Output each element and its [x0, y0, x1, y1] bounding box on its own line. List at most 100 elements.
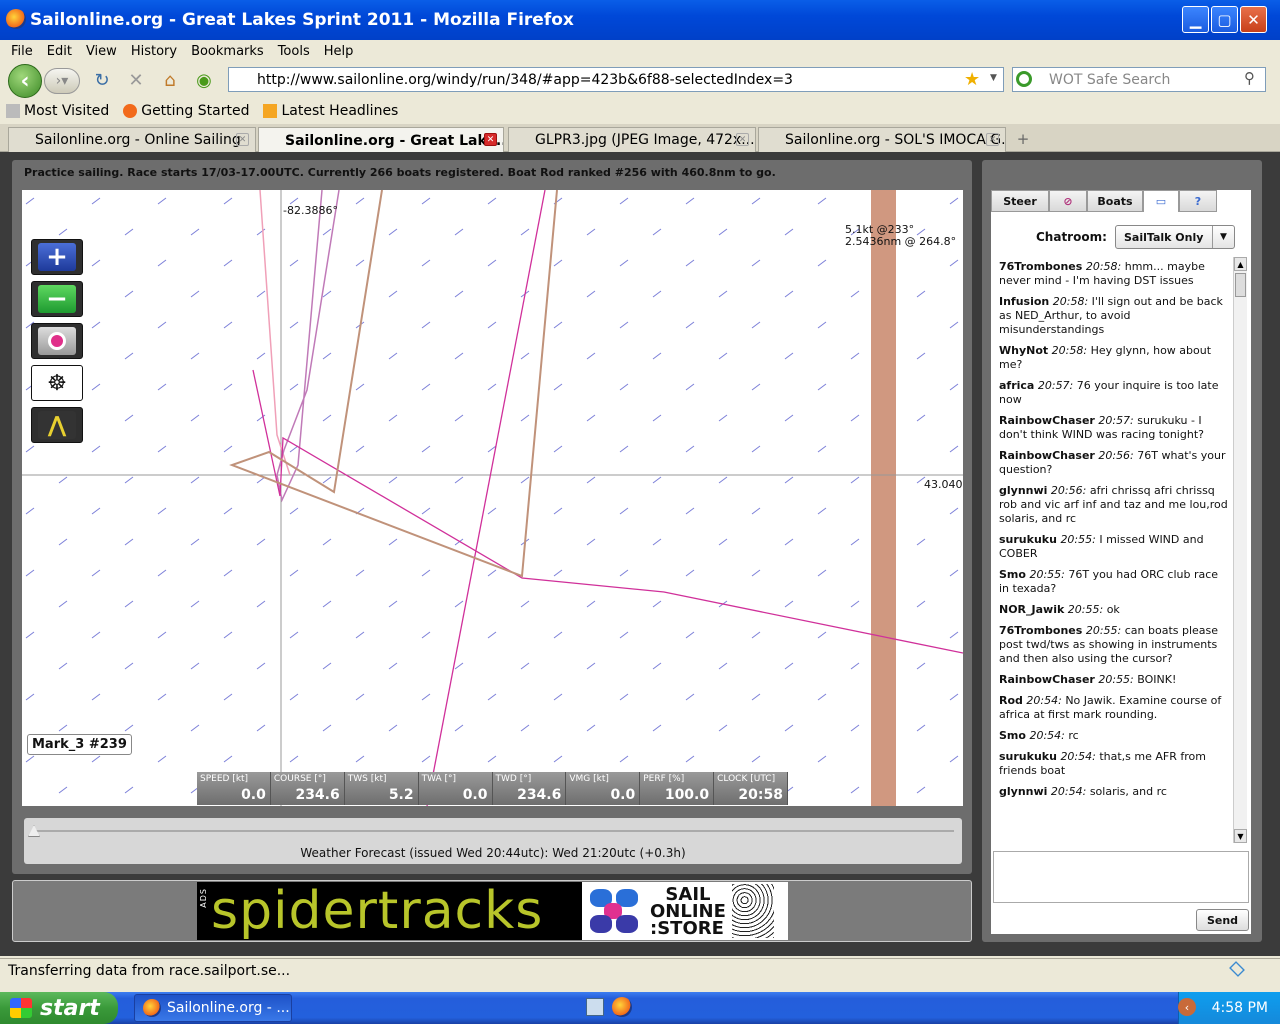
menu-help[interactable]: Help [317, 44, 361, 59]
firefox-icon [6, 9, 26, 29]
scroll-up-icon[interactable]: ▲ [1234, 257, 1247, 271]
chat-log[interactable]: 76Trombones 20:58: hmm... maybe never mi… [993, 257, 1233, 843]
spidertracks-ad[interactable]: ADS spidertracks [197, 881, 582, 941]
instrument-perf: PERF [%] 100.0 [640, 772, 715, 805]
bookmark-getting-started[interactable]: Getting Started [123, 103, 249, 119]
chat-message: Smo 20:55: 76T you had ORC club race in … [999, 568, 1219, 595]
minimize-button[interactable]: ▁ [1182, 6, 1209, 33]
tab-boats[interactable]: Boats [1087, 190, 1143, 212]
start-label: start [40, 995, 100, 1021]
taskbar-firefox-window[interactable]: Sailonline.org - ... [134, 994, 292, 1022]
chat-message: Infusion 20:58: I'll sign out and be bac… [999, 295, 1223, 336]
race-map[interactable]: -82.3886° 43.0405 5.1kt @233° 2.5436nm @… [22, 190, 963, 806]
chat-message: WhyNot 20:58: Hey glynn, how about me? [999, 344, 1212, 371]
minus-icon: − [38, 284, 76, 314]
windows-logo-icon [10, 998, 32, 1018]
zoom-out-button[interactable]: − [31, 281, 83, 317]
tab-glpr3-image[interactable]: GLPR3.jpg (JPEG Image, 472x... ✕ [508, 127, 756, 152]
quicklaunch-desktop-icon[interactable] [586, 998, 604, 1016]
menu-file[interactable]: File [4, 44, 40, 59]
sail-online-store-ad[interactable]: SAIL ONLINE :STORE [582, 882, 788, 940]
search-icon[interactable]: ⚲ [1244, 69, 1255, 87]
chat-message: RainbowChaser 20:57: surukuku - I don't … [999, 414, 1204, 441]
forecast-text: Weather Forecast (issued Wed 20:44utc): … [300, 846, 686, 860]
tab-close-icon[interactable]: ✕ [236, 133, 249, 146]
menu-tools[interactable]: Tools [271, 44, 317, 59]
scroll-down-icon[interactable]: ▼ [1234, 829, 1247, 843]
tab-chat-icon[interactable]: ▭ [1143, 190, 1179, 212]
chat-input[interactable] [993, 851, 1249, 903]
status-text: Transferring data from race.sailport.se.… [8, 962, 291, 979]
stop-icon[interactable]: ✕ [124, 68, 148, 92]
chat-message: surukuku 20:55: I missed WIND and COBER [999, 533, 1204, 560]
chat-message: africa 20:57: 76 your inquire is too lat… [999, 379, 1219, 406]
store-text: SAIL ONLINE :STORE [650, 885, 726, 937]
instrument-twd: TWD [°] 234.6 [492, 772, 567, 805]
tray-expand-icon[interactable]: ‹ [1178, 998, 1196, 1016]
quicklaunch-firefox-icon[interactable] [612, 997, 632, 1017]
url-dropdown-icon[interactable]: ▼ [990, 73, 997, 83]
race-info: Practice sailing. Race starts 17/03-17.0… [24, 166, 776, 179]
bookmarks-toolbar: Most Visited Getting Started Latest Head… [0, 99, 1280, 123]
instrument-tws: TWS [kt] 5.2 [344, 772, 419, 805]
steer-wheel-button[interactable]: ☸ [31, 365, 83, 401]
map-svg[interactable]: -82.3886° 43.0405 5.1kt @233° 2.5436nm @… [22, 190, 963, 806]
chat-message: 76Trombones 20:55: can boats please post… [999, 624, 1219, 665]
menu-bookmarks[interactable]: Bookmarks [184, 44, 271, 59]
instrument-clock: CLOCK [UTC] 20:58 [714, 772, 788, 805]
chatroom-value: SailTalk Only [1124, 230, 1204, 244]
reload-icon[interactable]: ↻ [90, 68, 114, 92]
bookmark-latest-headlines[interactable]: Latest Headlines [263, 103, 398, 119]
compass-icon [38, 327, 76, 355]
instrument-bar: SPEED [kt] 0.0 COURSE [°] 234.6 TWS [kt] 5.… [197, 772, 788, 805]
scroll-thumb[interactable] [1235, 273, 1246, 297]
chat-message: RainbowChaser 20:56: 76T what's your que… [999, 449, 1226, 476]
wind-field [22, 190, 963, 806]
search-engine-icon[interactable] [1016, 71, 1032, 87]
menu-edit[interactable]: Edit [40, 44, 79, 59]
chat-message: glynnwi 20:56: afri chrissq afri chrissq… [999, 484, 1228, 525]
center-boat-button[interactable] [31, 323, 83, 359]
cursor-latitude: 43.0405 [924, 478, 963, 491]
taskbar-task-label: Sailonline.org - ... [167, 1000, 290, 1016]
tab-label: GLPR3.jpg (JPEG Image, 472x... [535, 132, 755, 148]
tab-online-sailing[interactable]: Sailonline.org - Online Sailing ✕ [8, 127, 256, 152]
tab-great-lakes[interactable]: Sailonline.org - Great Lake... ✕ [258, 127, 504, 153]
wot-icon[interactable]: ◉ [192, 68, 216, 92]
search-input[interactable]: WOT Safe Search [1012, 67, 1266, 92]
chat-scrollbar[interactable]: ▲ ▼ [1233, 257, 1247, 843]
forecast-slider-track[interactable] [34, 830, 954, 832]
tab-close-icon[interactable]: ✕ [986, 133, 999, 146]
spiral-logo-icon [731, 884, 774, 938]
home-icon[interactable]: ⌂ [158, 68, 182, 92]
tab-label: Sailonline.org - Online Sailing [35, 132, 241, 148]
chat-message: surukuku 20:54: that,s me AFR from frien… [999, 750, 1206, 777]
tab-close-icon[interactable]: ✕ [736, 133, 749, 146]
tab-clock-icon[interactable]: ⊘ [1049, 190, 1087, 212]
chat-message: NOR_Jawik 20:55: ok [999, 603, 1120, 616]
spidertracks-text: spidertracks [211, 881, 544, 941]
chat-message: Smo 20:54: rc [999, 729, 1079, 742]
finish-band [871, 190, 896, 806]
back-button[interactable]: ‹ [8, 64, 42, 98]
search-placeholder: WOT Safe Search [1049, 71, 1171, 88]
url-bar[interactable]: http://www.sailonline.org/windy/run/348/… [228, 67, 1004, 92]
send-button[interactable]: Send [1196, 909, 1249, 931]
plus-icon: + [38, 242, 76, 272]
maximize-button[interactable]: ▢ [1211, 6, 1238, 33]
chatroom-select[interactable]: SailTalk Only ▼ [1115, 225, 1235, 249]
tab-close-icon[interactable]: ✕ [484, 133, 497, 146]
page-icon [6, 104, 20, 118]
bookmark-star-icon[interactable]: ★ [964, 69, 980, 90]
bookmark-most-visited[interactable]: Most Visited [6, 103, 109, 119]
new-tab-button[interactable]: + [1010, 129, 1036, 149]
tab-imoca[interactable]: Sailonline.org - SOL'S IMOCA G... ✕ [758, 127, 1006, 152]
zoom-in-button[interactable]: + [31, 239, 83, 275]
menu-history[interactable]: History [124, 44, 184, 59]
tab-steer[interactable]: Steer [991, 190, 1049, 212]
close-window-button[interactable]: ✕ [1240, 6, 1267, 33]
forward-button[interactable]: ›▾ [44, 68, 80, 94]
tab-help-icon[interactable]: ? [1179, 190, 1217, 212]
measure-button[interactable]: ⋀ [31, 407, 83, 443]
menu-view[interactable]: View [79, 44, 124, 59]
